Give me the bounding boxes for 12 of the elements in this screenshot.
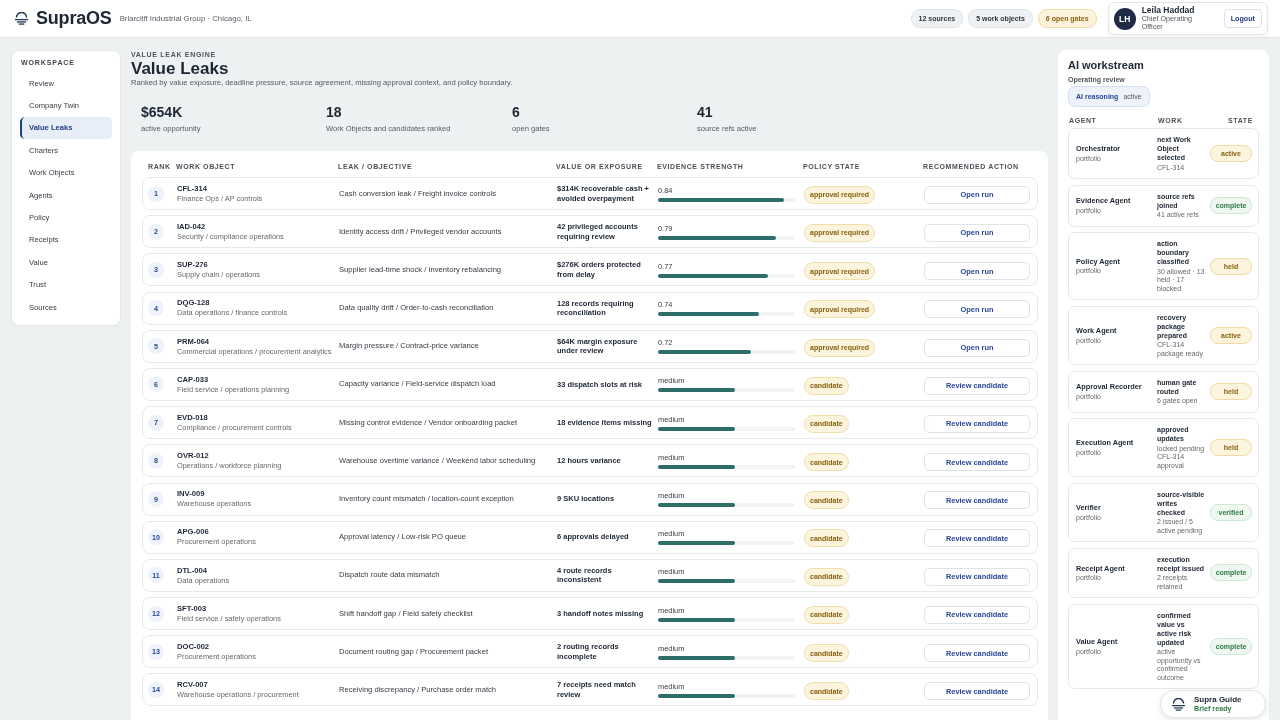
page-title: Value Leaks: [131, 59, 230, 78]
guide-title: Supra Guide: [1194, 694, 1242, 705]
brand-name: SupraOS: [36, 8, 112, 29]
panel-title: AI workstream: [1068, 58, 1145, 72]
user-name: Leila Haddad: [1141, 5, 1196, 15]
logo-icon: [14, 12, 29, 25]
stat-value: 41: [697, 104, 714, 121]
stat-value: $654K: [141, 104, 184, 121]
avatar: LH: [1113, 7, 1136, 30]
stat-value: 18: [326, 104, 343, 121]
stat-value: 6: [512, 104, 521, 121]
logo-icon: [1171, 697, 1186, 711]
